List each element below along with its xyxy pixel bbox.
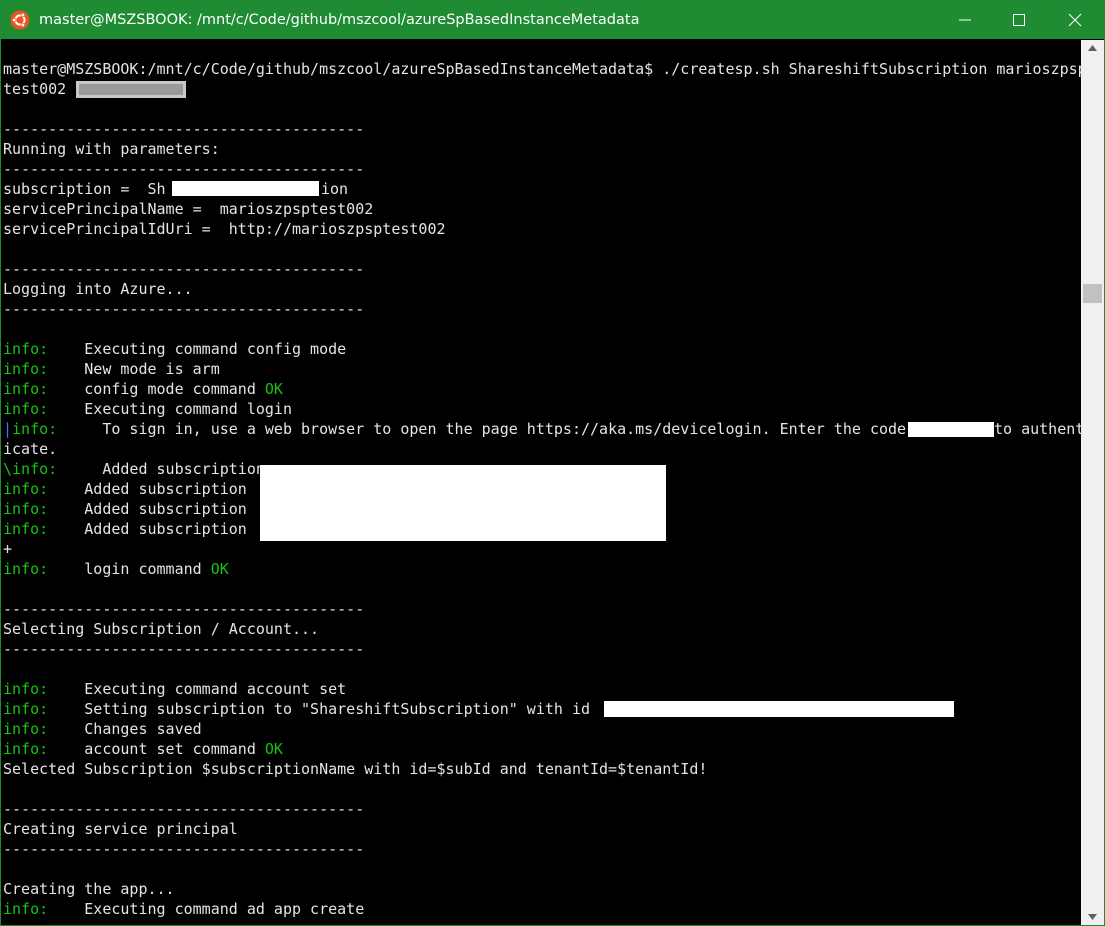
separator: ---------------------------------------- xyxy=(3,840,365,858)
log-line: info: Added subscription xyxy=(3,499,247,519)
log-message: login command xyxy=(48,560,211,578)
info-label: info: xyxy=(3,700,49,718)
log-message: Executing command config mode xyxy=(48,340,347,358)
prompt-line: master@MSZSBOOK:/mnt/c/Code/github/mszco… xyxy=(3,60,1081,78)
separator: ---------------------------------------- xyxy=(3,300,365,318)
info-label: info: xyxy=(3,560,49,578)
info-label: info: xyxy=(12,460,58,478)
redacted-subscription-id xyxy=(604,701,954,717)
info-label: info: xyxy=(3,340,49,358)
ok-status: OK xyxy=(210,560,229,578)
terminal-output[interactable]: master@MSZSBOOK:/mnt/c/Code/github/mszco… xyxy=(3,40,1081,925)
scroll-up-icon xyxy=(1088,45,1097,51)
vertical-scrollbar[interactable] xyxy=(1081,40,1104,925)
terminal-window: master@MSZSBOOK: /mnt/c/Code/github/mszc… xyxy=(0,0,1105,926)
maximize-icon xyxy=(1013,14,1025,26)
prompt-line-wrap: test002 xyxy=(3,80,76,98)
log-line-wrap: icate. xyxy=(3,440,58,458)
log-line: info: account set command OK xyxy=(3,739,283,759)
ok-status: OK xyxy=(264,740,283,758)
log-message: To sign in, use a web browser to open th… xyxy=(57,420,916,438)
param-sp-name: servicePrincipalName = marioszpsptest002 xyxy=(3,200,374,218)
info-label: info: xyxy=(3,680,49,698)
log-line: |info: To sign in, use a web browser to … xyxy=(3,419,915,439)
scroll-down-button[interactable] xyxy=(1081,909,1104,925)
log-message: New mode is arm xyxy=(48,360,220,378)
separator: ---------------------------------------- xyxy=(3,120,365,138)
log-message: Setting subscription to "ShareshiftSubsc… xyxy=(48,700,600,718)
separator: ---------------------------------------- xyxy=(3,600,365,618)
log-line: info: Executing command login xyxy=(3,399,292,419)
info-label: info: xyxy=(3,900,49,918)
log-message: account set command xyxy=(48,740,265,758)
log-message: Added subscription xyxy=(57,460,265,478)
param-sp-uri: servicePrincipalIdUri = http://marioszps… xyxy=(3,220,446,238)
output-line: Selected Subscription $subscriptionName … xyxy=(3,760,708,778)
log-message: Executing command ad app create xyxy=(48,900,365,918)
minimize-button[interactable] xyxy=(942,1,988,39)
log-message: Executing command account set xyxy=(48,680,347,698)
log-message-tail: to authent xyxy=(994,420,1081,438)
info-label: info: xyxy=(3,480,49,498)
separator: ---------------------------------------- xyxy=(3,260,365,278)
redacted-code xyxy=(908,422,994,437)
log-line: info: Setting subscription to "Shareshif… xyxy=(3,699,599,719)
info-label: info: xyxy=(3,500,49,518)
log-line: info: config mode command OK xyxy=(3,379,283,399)
log-line: \info: Added subscription xyxy=(3,459,265,479)
redacted-subscriptions xyxy=(260,465,666,541)
log-line: info: Added subscription xyxy=(3,519,247,539)
info-label: info: xyxy=(3,740,49,758)
window-title: master@MSZSBOOK: /mnt/c/Code/github/mszc… xyxy=(39,12,640,28)
log-message: config mode command xyxy=(48,380,265,398)
info-label: info: xyxy=(3,520,49,538)
close-icon xyxy=(1068,13,1082,27)
spinner-char: \ xyxy=(3,460,13,478)
title-bar[interactable]: master@MSZSBOOK: /mnt/c/Code/github/mszc… xyxy=(1,1,1104,39)
log-line: info: Executing command ad app create xyxy=(3,899,364,919)
info-label: info: xyxy=(3,360,49,378)
info-label: info: xyxy=(3,400,49,418)
close-button[interactable] xyxy=(1052,1,1098,39)
section-heading: Selecting Subscription / Account... xyxy=(3,620,320,638)
log-line: info: New mode is arm xyxy=(3,359,220,379)
scroll-down-icon xyxy=(1088,914,1097,920)
ok-status: OK xyxy=(264,380,283,398)
param-subscription: subscription = Sh xyxy=(3,179,166,199)
info-label: info: xyxy=(3,720,49,738)
separator: ---------------------------------------- xyxy=(3,640,365,658)
section-heading: Logging into Azure... xyxy=(3,280,193,298)
log-line: info: Changes saved xyxy=(3,719,202,739)
scroll-thumb[interactable] xyxy=(1083,284,1102,303)
section-heading: Running with parameters: xyxy=(3,140,220,158)
info-label: info: xyxy=(12,420,58,438)
scroll-up-button[interactable] xyxy=(1081,40,1104,57)
separator: ---------------------------------------- xyxy=(3,160,365,178)
log-line: info: Executing command config mode xyxy=(3,339,346,359)
log-message: Added subscription xyxy=(48,520,247,538)
redacted-subscription xyxy=(172,181,319,196)
maximize-button[interactable] xyxy=(996,1,1042,39)
log-message: Added subscription xyxy=(48,500,247,518)
log-line: info: login command OK xyxy=(3,559,229,579)
output-line: Creating the app... xyxy=(3,880,175,898)
minimize-icon xyxy=(959,19,971,21)
ubuntu-icon xyxy=(10,10,30,30)
log-line: info: Executing command account set xyxy=(3,679,346,699)
spinner-char: | xyxy=(3,420,13,438)
param-subscription-start: subscription = Sh xyxy=(3,180,166,198)
section-heading: Creating service principal xyxy=(3,820,238,838)
param-subscription-end: ion xyxy=(321,180,349,198)
log-message: Added subscription xyxy=(48,480,247,498)
log-message: Changes saved xyxy=(48,720,202,738)
info-label: info: xyxy=(3,380,49,398)
log-line: info: Added subscription xyxy=(3,479,247,499)
log-message: Executing command login xyxy=(48,400,292,418)
separator: ---------------------------------------- xyxy=(3,800,365,818)
redacted-secret xyxy=(79,84,183,95)
spinner-line: + xyxy=(3,540,13,558)
